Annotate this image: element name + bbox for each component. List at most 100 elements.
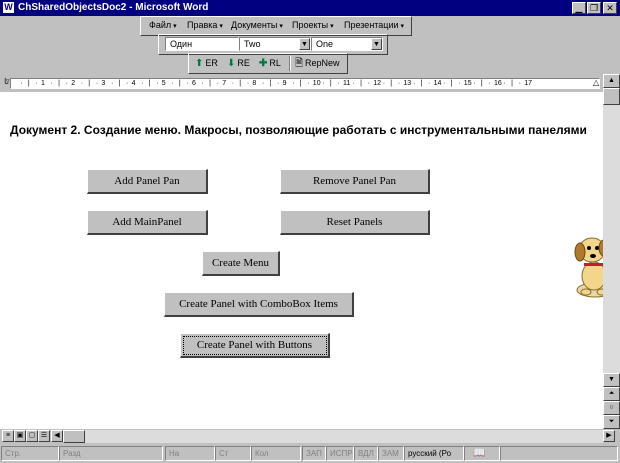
next-page-icon[interactable]: ⏷ [603,415,620,429]
horizontal-scroll-track[interactable] [63,430,603,443]
combo-box-1[interactable]: Один [165,37,239,51]
ruler-minor-tick: · [156,80,159,87]
ruler-minor-tick: · [201,80,204,87]
status-overtype[interactable]: ЗАМ [378,446,404,461]
status-position: На [165,446,215,461]
ruler-minor-tick: · [428,80,431,87]
indent-marker-icon[interactable]: ▿ [6,76,10,87]
plus-icon: ✚ [259,58,268,69]
caret-down-icon: ▾ [400,23,405,30]
ruler-minor-tick: | [420,80,423,87]
ruler-minor-tick: · [261,80,265,87]
ruler-tick-label: 9 [282,80,287,87]
normal-view-icon[interactable]: ≡ [2,430,14,442]
ruler-minor-tick: · [473,80,476,87]
add-panel-pan-button[interactable]: Add Panel Pan [87,169,208,194]
ruler-tick-label: 14 [433,80,442,87]
ruler-minor-tick: | [329,80,332,87]
scroll-down-icon[interactable]: ▼ [603,373,620,387]
status-language[interactable]: русский (Ро [404,446,464,461]
word-app-icon[interactable]: W [3,2,14,13]
toolbar-button-re[interactable]: ⬇ RE [227,56,250,71]
ruler-tick-label: 16 [494,80,502,87]
ruler-minor-tick: | [88,80,91,87]
menu-edit[interactable]: Правка ▾ [187,19,223,33]
toolbar-button-er[interactable]: ⬆ ER [195,56,218,71]
add-mainpanel-button[interactable]: Add MainPanel [87,210,208,235]
web-layout-view-icon[interactable]: ▣ [14,430,26,442]
combo-toolbar: Один Two ▼ One ▼ [158,34,388,55]
create-menu-button[interactable]: Create Menu [202,251,280,276]
reset-panels-button[interactable]: Reset Panels [280,210,430,235]
ruler-minor-tick: · [171,80,174,87]
scroll-up-icon[interactable]: ▲ [603,74,620,88]
status-section: Разд [59,446,163,461]
right-indent-icon[interactable]: △ [593,77,599,88]
dropdown-arrow-icon[interactable]: ▼ [299,38,310,50]
menu-presentations[interactable]: Презентации ▾ [344,19,404,33]
remove-panel-pan-button[interactable]: Remove Panel Pan [280,169,430,194]
status-empty [500,446,618,461]
status-rec[interactable]: ЗАП [302,446,326,461]
ruler-minor-tick: | [239,80,242,87]
restore-icon[interactable]: ❐ [587,2,601,14]
ruler-minor-tick: | [148,80,151,87]
arrow-up-icon: ⬆ [195,58,204,69]
combo-box-2[interactable]: Two ▼ [239,37,311,51]
menu-file[interactable]: Файл ▾ [149,19,177,33]
select-browse-object-icon[interactable]: ○ [603,401,620,415]
caret-down-icon: ▾ [173,23,177,30]
ruler-minor-tick: · [80,80,84,87]
menu-projects[interactable]: Проекты ▾ [292,19,334,33]
caret-down-icon: ▾ [219,23,223,30]
horizontal-scrollbar-row: ≡ ▣ ▢ ☰ ◀ ▶ [0,429,620,444]
create-panel-combobox-button[interactable]: Create Panel with ComboBox Items [164,292,354,317]
ruler-minor-tick: | [511,80,513,87]
ruler-minor-tick: · [141,80,144,87]
status-track-changes[interactable]: ИСПР [326,446,354,461]
horizontal-ruler[interactable]: └ ▿ △ 1 · | · 2 · | · 3 · | · 4 · | · 5 · | · 6 · | · 7 · | · 8 · | · 9 ·… [0,74,603,92]
ruler-minor-tick: | [360,80,362,87]
toolbar-separator [289,56,291,71]
combo-box-3[interactable]: One ▼ [311,37,383,51]
ruler-minor-tick: · [397,80,401,87]
outline-view-icon[interactable]: ☰ [38,430,50,442]
minimize-icon[interactable]: ▁ [572,2,586,14]
scroll-right-icon[interactable]: ▶ [603,430,615,442]
ruler-minor-tick: · [367,80,370,87]
ruler-tick-label: 1 [41,80,45,87]
previous-page-icon[interactable]: ⏶ [603,387,620,401]
ruler-tick-label: 10 [312,80,321,87]
status-extend[interactable]: ВДЛ [354,446,378,461]
ruler-tick-label: 2 [71,80,76,87]
spelling-book-icon[interactable]: 📖 [464,446,500,461]
ruler-minor-tick: | [450,80,453,87]
ruler-minor-tick: · [352,80,355,87]
document-page[interactable]: Документ 2. Создание меню. Макросы, позв… [0,92,603,429]
horizontal-scroll-thumb[interactable] [63,430,85,443]
ruler-minor-tick: · [382,80,386,87]
ruler-minor-tick: · [231,80,235,87]
combo-3-value: One [316,39,334,49]
document-icon: 🗎 [295,58,304,69]
create-panel-buttons-button[interactable]: Create Panel with Buttons [180,333,330,358]
toolbar-button-rl[interactable]: ✚ RL [259,56,281,71]
ruler-minor-tick: · [488,80,491,87]
menu-documents[interactable]: Документы ▾ [231,19,283,33]
toolbar-button-repnew[interactable]: 🗎 RepNew [295,56,340,71]
custom-button-toolbar: ⬆ ER ⬇ RE ✚ RL 🗎 RepNew [188,53,348,74]
status-column: Кол [251,446,301,461]
scroll-left-icon[interactable]: ◀ [51,430,63,442]
ruler-tick-label: 7 [222,80,227,87]
close-icon[interactable]: ✕ [603,2,617,14]
ruler-minor-tick: · [65,80,68,87]
ruler-minor-tick: · [443,80,446,87]
ruler-minor-tick: · [246,80,250,87]
status-page: Стр. [1,446,59,461]
document-heading: Документ 2. Создание меню. Макросы, позв… [10,123,587,137]
scroll-thumb[interactable] [603,88,620,105]
dropdown-arrow-icon[interactable]: ▼ [371,38,382,50]
print-layout-view-icon[interactable]: ▢ [26,430,38,442]
ruler-tick-label: 8 [252,80,257,87]
vertical-scrollbar[interactable]: ▲ ▼ ⏶ ○ ⏷ [603,74,620,429]
